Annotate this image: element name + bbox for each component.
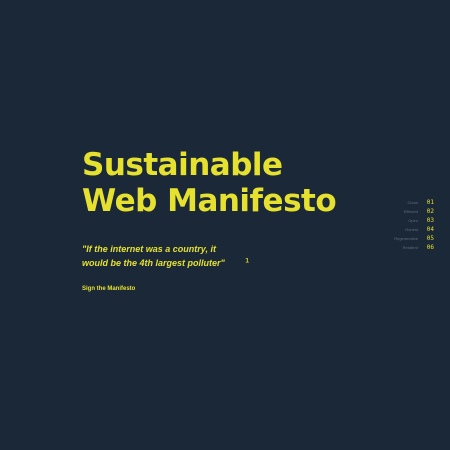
nav-item-label: Regenerative — [394, 236, 418, 241]
nav-item-regenerative[interactable]: Regenerative 05 — [394, 234, 434, 243]
nav-item-label: Efficient — [403, 209, 418, 214]
nav-item-clean[interactable]: Clean 01 — [394, 198, 434, 207]
nav-item-label: Resilient — [402, 245, 418, 250]
nav-item-number: 04 — [426, 226, 434, 233]
nav-item-efficient[interactable]: Efficient 02 — [394, 207, 434, 216]
nav-item-number: 01 — [426, 199, 434, 206]
nav-item-label: Open — [408, 218, 418, 223]
nav-item-number: 03 — [426, 217, 434, 224]
page-title-line-1: Sustainable — [82, 147, 283, 183]
section-nav-list: Clean 01 Efficient 02 Open 03 Honest 04 … — [394, 198, 434, 252]
page-title-line-2: Web Manifesto — [82, 183, 337, 219]
nav-item-open[interactable]: Open 03 — [394, 216, 434, 225]
nav-item-label: Honest — [405, 227, 418, 232]
footnote-link[interactable]: ¹ — [245, 257, 249, 269]
page-title: Sustainable Web Manifesto — [82, 147, 372, 219]
quote-block: "If the internet was a country, it would… — [82, 242, 249, 270]
hero-section: Sustainable Web Manifesto — [82, 147, 372, 219]
nav-item-honest[interactable]: Honest 04 — [394, 225, 434, 234]
nav-item-number: 02 — [426, 208, 434, 215]
nav-item-number: 05 — [426, 235, 434, 242]
nav-item-number: 06 — [426, 244, 434, 251]
nav-item-resilient[interactable]: Resilient 06 — [394, 243, 434, 252]
pollution-quote: "If the internet was a country, it would… — [82, 244, 225, 268]
nav-item-label: Clean — [407, 200, 418, 205]
sign-manifesto-link[interactable]: Sign the Manifesto — [82, 285, 135, 293]
